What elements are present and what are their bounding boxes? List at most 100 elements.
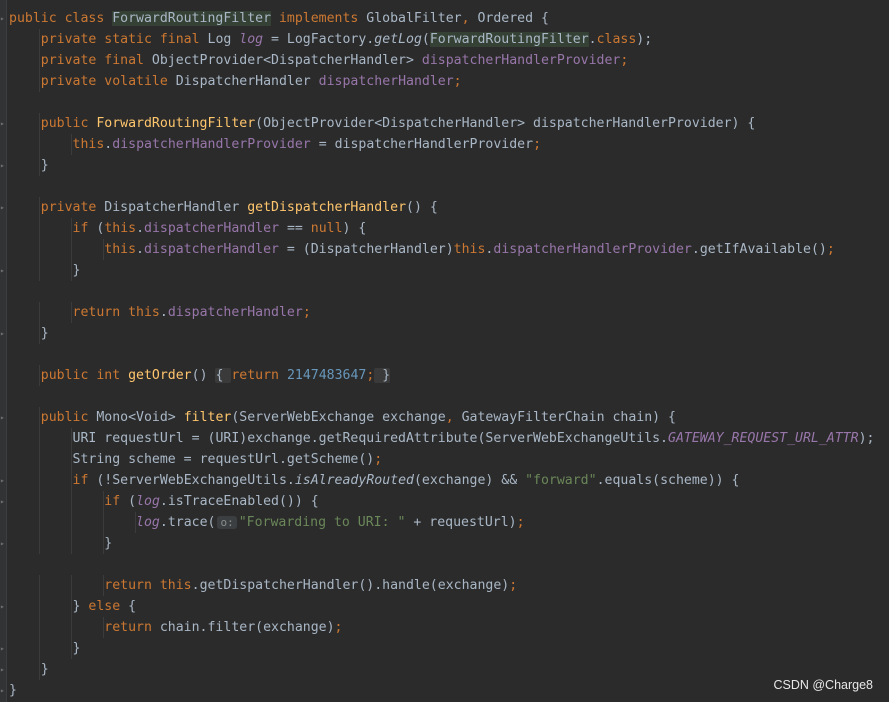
code-line[interactable]: }: [9, 533, 889, 554]
code-line[interactable]: [9, 344, 889, 365]
code-line[interactable]: public int getOrder() { return 214748364…: [9, 365, 889, 386]
indent-guide: [39, 533, 40, 554]
code-line[interactable]: return chain.filter(exchange);: [9, 617, 889, 638]
indent-guide: [71, 638, 72, 659]
code-line[interactable]: [9, 92, 889, 113]
indent-guide: [39, 365, 40, 386]
indent-guide: [71, 512, 72, 533]
code-token: }: [9, 683, 17, 698]
code-token: "Forwarding to URI: ": [238, 515, 406, 530]
code-token: ;: [374, 452, 383, 467]
code-token: (!ServerWebExchangeUtils.: [96, 473, 295, 488]
code-line[interactable]: private final ObjectProvider<DispatcherH…: [9, 50, 889, 71]
code-line[interactable]: public class ForwardRoutingFilter implem…: [9, 8, 889, 29]
fold-marker-icon[interactable]: ▸: [0, 15, 6, 23]
code-line[interactable]: public Mono<Void> filter(ServerWebExchan…: [9, 407, 889, 428]
code-line[interactable]: if (!ServerWebExchangeUtils.isAlreadyRou…: [9, 470, 889, 491]
code-line[interactable]: return this.getDispatcherHandler().handl…: [9, 575, 889, 596]
code-line[interactable]: log.trace(o: "Forwarding to URI: " + requ…: [9, 512, 889, 533]
code-token: public class: [9, 11, 113, 26]
code-token: dispatcherHandlerProvider: [421, 53, 621, 68]
code-token: String scheme = requestUrl.getScheme(): [72, 452, 375, 467]
code-line[interactable]: [9, 176, 889, 197]
fold-marker-icon[interactable]: ▸: [0, 414, 6, 422]
fold-marker-icon[interactable]: ▸: [0, 477, 6, 485]
indent-guide: [39, 659, 40, 680]
code-token: this: [72, 137, 105, 152]
code-line[interactable]: private DispatcherHandler getDispatcherH…: [9, 197, 889, 218]
fold-marker-icon[interactable]: ▸: [0, 498, 6, 506]
indent-guide: [39, 113, 40, 134]
watermark-label: CSDN @Charge8: [773, 678, 873, 692]
code-line[interactable]: [9, 554, 889, 575]
code-token: dispatcherHandler: [144, 242, 279, 257]
fold-marker-icon[interactable]: ▸: [0, 540, 6, 548]
fold-marker-icon[interactable]: ▸: [0, 687, 6, 695]
code-token: dispatcherHandler: [318, 74, 454, 89]
code-line[interactable]: URI requestUrl = (URI)exchange.getRequir…: [9, 428, 889, 449]
code-token: = (DispatcherHandler): [278, 242, 454, 257]
fold-marker-icon[interactable]: ▸: [0, 204, 6, 212]
code-token: (: [421, 32, 430, 47]
code-line[interactable]: if (this.dispatcherHandler == null) {: [9, 218, 889, 239]
fold-marker-icon[interactable]: ▸: [0, 267, 6, 275]
code-token: public: [40, 410, 97, 425]
code-token: private volatile: [40, 74, 176, 89]
fold-marker-icon[interactable]: ▸: [0, 666, 6, 674]
parameter-hint: o:: [217, 516, 237, 529]
code-token: return: [104, 620, 160, 635]
indent-guide: [103, 239, 104, 260]
code-token: );: [858, 431, 875, 446]
indent-guide: [39, 617, 40, 638]
code-line[interactable]: }: [9, 323, 889, 344]
code-token: (exchange) &&: [413, 473, 526, 488]
code-token: .getDispatcherHandler().handle(exchange): [191, 578, 510, 593]
indent-guide: [103, 575, 104, 596]
fold-marker-icon[interactable]: ▸: [0, 162, 6, 170]
code-token: ;: [826, 242, 835, 257]
code-editor[interactable]: ▸ ▸ ▸ ▸ ▸ ▸ ▸ ▸ ▸ ▸ ▸ ▸ ▸ ▸ public class ForwardRouti…: [0, 0, 889, 702]
indent-guide: [39, 323, 40, 344]
code-line[interactable]: return this.dispatcherHandler;: [9, 302, 889, 323]
code-line[interactable]: }: [9, 638, 889, 659]
code-token: if: [104, 494, 129, 509]
code-line[interactable]: }: [9, 680, 889, 701]
code-token: getOrder: [128, 368, 192, 383]
code-token: getLog: [374, 32, 422, 47]
code-line[interactable]: if (log.isTraceEnabled()) {: [9, 491, 889, 512]
indent-guide: [39, 50, 40, 71]
indent-guide: [103, 491, 104, 512]
code-line[interactable]: String scheme = requestUrl.getScheme();: [9, 449, 889, 470]
indent-guide: [103, 512, 104, 533]
code-token: ObjectProvider<DispatcherHandler>: [151, 53, 422, 68]
fold-marker-icon[interactable]: ▸: [0, 603, 6, 611]
code-line[interactable]: private volatile DispatcherHandler dispa…: [9, 71, 889, 92]
code-token: Mono<Void>: [96, 410, 184, 425]
code-line[interactable]: } else {: [9, 596, 889, 617]
code-token: }: [9, 536, 113, 551]
fold-marker-icon[interactable]: ▸: [0, 645, 6, 653]
code-line[interactable]: }: [9, 659, 889, 680]
code-line[interactable]: public ForwardRoutingFilter(ObjectProvid…: [9, 113, 889, 134]
code-line[interactable]: this.dispatcherHandlerProvider = dispatc…: [9, 134, 889, 155]
code-line[interactable]: }: [9, 260, 889, 281]
indent-guide: [39, 71, 40, 92]
code-line[interactable]: [9, 281, 889, 302]
code-line[interactable]: [9, 386, 889, 407]
fold-marker-icon[interactable]: ▸: [0, 330, 6, 338]
code-token: (ServerWebExchange exchange: [231, 410, 446, 425]
code-token: private static final: [40, 32, 208, 47]
code-token: return this: [104, 578, 192, 593]
code-token: GlobalFilter: [366, 11, 462, 26]
code-line[interactable]: }: [9, 155, 889, 176]
fold-marker-icon[interactable]: ▸: [0, 120, 6, 128]
code-line[interactable]: this.dispatcherHandler = (DispatcherHand…: [9, 239, 889, 260]
code-token: ;: [509, 578, 518, 593]
code-line[interactable]: private static final Log log = LogFactor…: [9, 29, 889, 50]
indent-guide: [103, 617, 104, 638]
indent-guide: [39, 512, 40, 533]
code-token: if: [72, 473, 97, 488]
code-area[interactable]: public class ForwardRoutingFilter implem…: [9, 8, 889, 701]
indent-guide: [103, 533, 104, 554]
